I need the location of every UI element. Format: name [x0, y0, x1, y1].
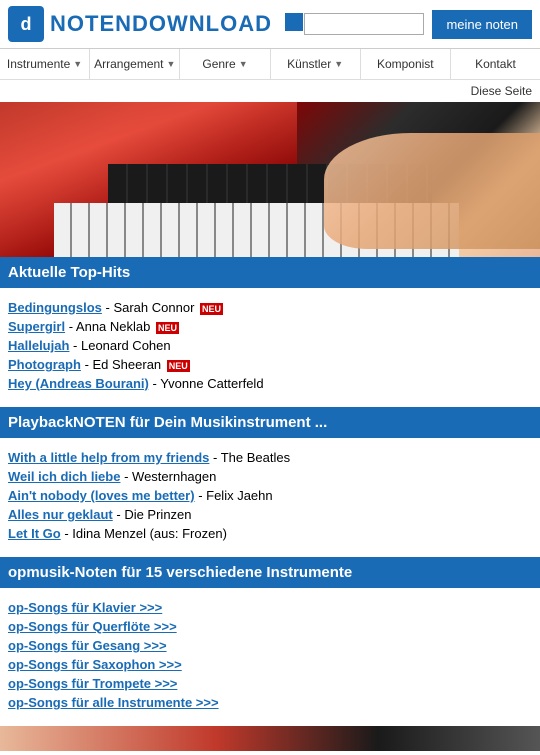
list-item: Photograph - Ed Sheeran NEU [8, 355, 532, 374]
playback-header: PlaybackNOTEN für Dein Musikinstrument .… [0, 407, 540, 438]
nav-arrangement-label: Arrangement [94, 57, 163, 71]
meine-noten-button[interactable]: meine noten [432, 10, 532, 39]
list-item: Bedingungslos - Sarah Connor NEU [8, 298, 532, 317]
instrumente-header: opmusik-Noten für 15 verschiedene Instru… [0, 557, 540, 588]
list-item: Hey (Andreas Bourani) - Yvonne Catterfel… [8, 374, 532, 393]
list-item: Hallelujah - Leonard Cohen [8, 336, 532, 355]
list-item: op-Songs für Trompete >>> [8, 674, 532, 693]
playback-sep-5: - Idina Menzel (aus: Frozen) [64, 526, 227, 541]
playback-sep-3: - Felix Jaehn [198, 488, 272, 503]
diese-seite-text: Diese Seite [0, 80, 540, 102]
playback-sep-2: - Westernhagen [124, 469, 216, 484]
playback-list: With a little help from my friends - The… [8, 444, 532, 547]
playback-link-5[interactable]: Let It Go [8, 526, 61, 541]
nav-item-kuenstler[interactable]: Künstler ▼ [271, 49, 361, 79]
bottom-image [0, 726, 540, 751]
instrumente-content: op-Songs für Klavier >>> op-Songs für Qu… [0, 588, 540, 726]
list-item: With a little help from my friends - The… [8, 448, 532, 467]
header: d NOTENDOWNLOAD meine noten [0, 0, 540, 49]
top-hit-link-2[interactable]: Supergirl [8, 319, 65, 334]
header-right: meine noten [304, 10, 532, 39]
playback-link-1[interactable]: With a little help from my friends [8, 450, 209, 465]
search-input[interactable] [304, 13, 424, 35]
instrumente-link-3[interactable]: op-Songs für Gesang >>> [8, 638, 167, 653]
nav-instrumente-arrow: ▼ [73, 59, 82, 69]
new-badge-4: NEU [167, 360, 190, 372]
list-item: op-Songs für alle Instrumente >>> [8, 693, 532, 712]
list-item: Alles nur geklaut - Die Prinzen [8, 505, 532, 524]
instrumente-link-1[interactable]: op-Songs für Klavier >>> [8, 600, 162, 615]
logo-square [285, 13, 303, 31]
nav-item-arrangement[interactable]: Arrangement ▼ [90, 49, 180, 79]
new-badge-1: NEU [200, 303, 223, 315]
playback-link-4[interactable]: Alles nur geklaut [8, 507, 113, 522]
instrumente-link-6[interactable]: op-Songs für alle Instrumente >>> [8, 695, 219, 710]
top-hit-link-3[interactable]: Hallelujah [8, 338, 69, 353]
top-hit-separator-1: - Sarah Connor [106, 300, 199, 315]
top-hit-link-4[interactable]: Photograph [8, 357, 81, 372]
top-hit-separator-3: - Leonard Cohen [73, 338, 171, 353]
nav-item-komponist[interactable]: Komponist [361, 49, 451, 79]
nav-instrumente-label: Instrumente [7, 57, 70, 71]
logo-icon: d [8, 6, 44, 42]
list-item: Ain't nobody (loves me better) - Felix J… [8, 486, 532, 505]
top-hits-header: Aktuelle Top-Hits [0, 257, 540, 288]
top-hit-separator-5: - Yvonne Catterfeld [153, 376, 264, 391]
hero-image [0, 102, 540, 257]
instrumente-link-2[interactable]: op-Songs für Querflöte >>> [8, 619, 177, 634]
list-item: op-Songs für Saxophon >>> [8, 655, 532, 674]
nav-kontakt-label: Kontakt [475, 57, 516, 71]
instrumente-link-4[interactable]: op-Songs für Saxophon >>> [8, 657, 182, 672]
nav-item-kontakt[interactable]: Kontakt [451, 49, 540, 79]
nav-item-genre[interactable]: Genre ▼ [180, 49, 270, 79]
nav-bar: Instrumente ▼ Arrangement ▼ Genre ▼ Küns… [0, 49, 540, 80]
logo-letter: d [21, 14, 32, 35]
list-item: Let It Go - Idina Menzel (aus: Frozen) [8, 524, 532, 543]
logo-text: NOTENDOWNLOAD [50, 11, 304, 37]
list-item: op-Songs für Gesang >>> [8, 636, 532, 655]
piano-visual [0, 102, 540, 257]
playback-sep-1: - The Beatles [213, 450, 290, 465]
top-hits-content: Bedingungslos - Sarah Connor NEU Supergi… [0, 288, 540, 407]
playback-link-3[interactable]: Ain't nobody (loves me better) [8, 488, 195, 503]
nav-komponist-label: Komponist [377, 57, 434, 71]
nav-kuenstler-label: Künstler [287, 57, 331, 71]
top-hit-link-1[interactable]: Bedingungslos [8, 300, 102, 315]
hand-overlay [324, 133, 540, 249]
playback-link-2[interactable]: Weil ich dich liebe [8, 469, 120, 484]
instrumente-list: op-Songs für Klavier >>> op-Songs für Qu… [8, 594, 532, 716]
nav-genre-label: Genre [202, 57, 235, 71]
top-hit-separator-2: - Anna Neklab [69, 319, 154, 334]
list-item: Supergirl - Anna Neklab NEU [8, 317, 532, 336]
top-hit-link-5[interactable]: Hey (Andreas Bourani) [8, 376, 149, 391]
top-hits-list: Bedingungslos - Sarah Connor NEU Supergi… [8, 294, 532, 397]
top-hit-separator-4: - Ed Sheeran [85, 357, 165, 372]
list-item: op-Songs für Klavier >>> [8, 598, 532, 617]
new-badge-2: NEU [156, 322, 179, 334]
list-item: op-Songs für Querflöte >>> [8, 617, 532, 636]
playback-content: With a little help from my friends - The… [0, 438, 540, 557]
playback-sep-4: - Die Prinzen [116, 507, 191, 522]
nav-arrangement-arrow: ▼ [167, 59, 176, 69]
nav-kuenstler-arrow: ▼ [334, 59, 343, 69]
nav-genre-arrow: ▼ [239, 59, 248, 69]
instrumente-link-5[interactable]: op-Songs für Trompete >>> [8, 676, 177, 691]
nav-item-instrumente[interactable]: Instrumente ▼ [0, 49, 90, 79]
list-item: Weil ich dich liebe - Westernhagen [8, 467, 532, 486]
